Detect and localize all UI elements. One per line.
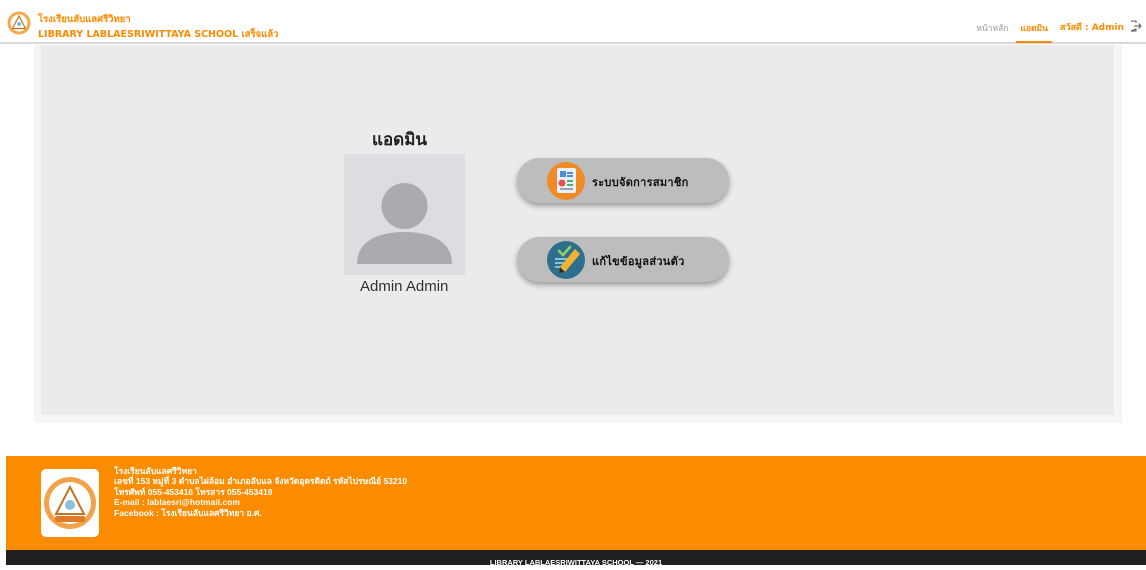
member-management-button[interactable]: ระบบจัดการสมาชิก (517, 158, 729, 203)
top-navbar: โรงเรียนลับแลศรีวิทยา LIBRARY LABLAESRIW… (0, 0, 1146, 44)
brand-name-thai[interactable]: โรงเรียนลับแลศรีวิทยา (38, 12, 131, 27)
content-panel (41, 45, 1114, 415)
admin-name: Admin Admin (360, 278, 449, 295)
user-greeting[interactable]: สวัสดี : Admin (1060, 20, 1124, 34)
copyright-text: LIBRARY LABLAESRIWITTAYA SCHOOL — 2021 (489, 558, 663, 567)
page-title: แอดมิน (372, 130, 428, 150)
nav-admin-link[interactable]: แอดมิน (1016, 20, 1052, 43)
avatar (344, 154, 465, 275)
edit-profile-label: แก้ไขข้อมูลส่วนตัว (592, 255, 685, 268)
nav-menu: หน้าหลัก แอดมิน สวัสดี : Admin (976, 20, 1142, 44)
user-avatar-icon (357, 183, 452, 264)
logout-icon[interactable] (1130, 20, 1142, 32)
nav-home-link[interactable]: หน้าหลัก (976, 20, 1008, 35)
school-emblem-icon (44, 477, 96, 529)
brand-name-english[interactable]: LIBRARY LABLAESRIWITTAYA SCHOOL เสร็จแล้… (38, 27, 279, 42)
footer: โรงเรียนลับแลศรีวิทยา เลขที่ 153 หมู่ที่… (6, 456, 1146, 550)
footer-contact-info: โรงเรียนลับแลศรีวิทยา เลขที่ 153 หมู่ที่… (114, 466, 407, 518)
copyright-bar: LIBRARY LABLAESRIWITTAYA SCHOOL — 2021 (6, 550, 1146, 567)
footer-facebook[interactable]: Facebook : โรงเรียนลับแลศรีวิทยา อ.ศ. (114, 508, 407, 518)
member-management-icon (547, 162, 585, 200)
footer-school-name: โรงเรียนลับแลศรีวิทยา (114, 466, 197, 476)
footer-address: เลขที่ 153 หมู่ที่ 3 ตำบลไผ่ล้อม อำเภอลั… (114, 476, 408, 487)
member-management-label: ระบบจัดการสมาชิก (592, 176, 689, 189)
footer-phone: โทรศัพท์ 055-453416 โทรสาร 055-453419 (114, 486, 273, 497)
school-logo-icon[interactable] (7, 11, 31, 35)
edit-profile-button[interactable]: แก้ไขข้อมูลส่วนตัว (517, 237, 729, 282)
footer-logo (41, 469, 99, 537)
footer-email[interactable]: E-mail : lablaesri@hotmail.com (114, 497, 407, 507)
edit-profile-icon (547, 241, 585, 279)
